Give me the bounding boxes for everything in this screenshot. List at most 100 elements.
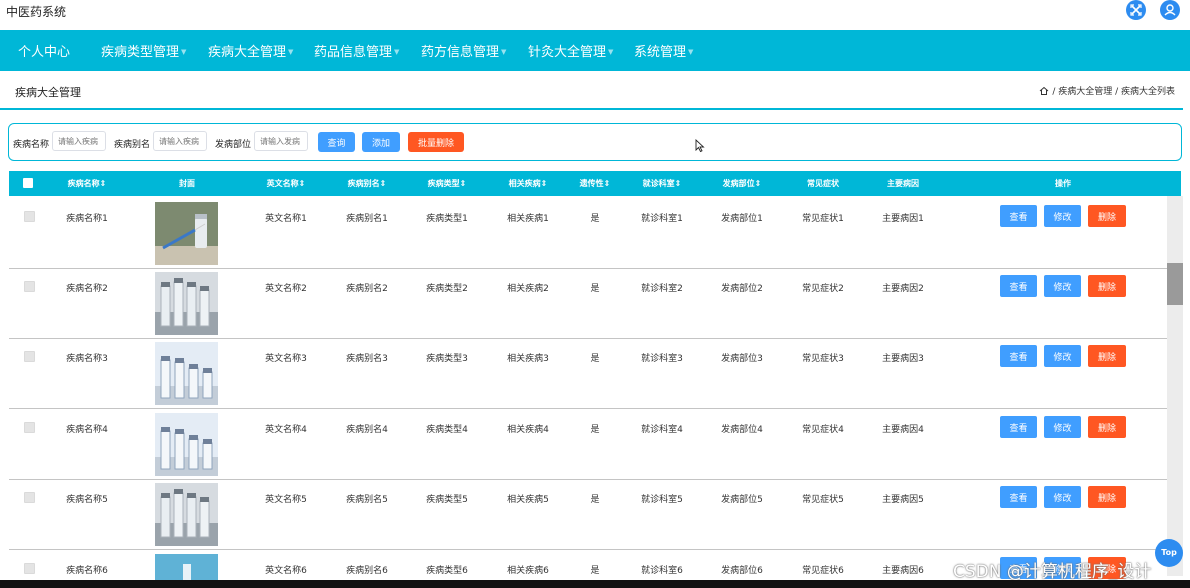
home-icon[interactable] xyxy=(1039,86,1049,96)
back-to-top-button[interactable]: Top xyxy=(1155,539,1183,567)
cell-alias: 疾病别名6 xyxy=(346,566,388,576)
page-title: 疾病大全管理 xyxy=(15,86,81,99)
column-header-symptom: 常见症状 xyxy=(807,179,839,188)
cell-name: 疾病名称3 xyxy=(66,354,108,364)
disease-name-input[interactable] xyxy=(52,131,106,151)
row-checkbox[interactable] xyxy=(24,563,35,574)
edit-button[interactable]: 修改 xyxy=(1044,275,1081,297)
cell-symptom: 常见症状1 xyxy=(802,214,844,224)
nav-item-disease-encyclopedia[interactable]: 疾病大全管理 ▼ xyxy=(208,30,293,71)
cell-type: 疾病类型1 xyxy=(426,214,468,224)
breadcrumb-bar: 疾病大全管理 / 疾病大全管理 / 疾病大全列表 xyxy=(0,71,1190,109)
nav-label: 疾病类型管理 xyxy=(101,45,180,60)
edit-button[interactable]: 修改 xyxy=(1044,345,1081,367)
cell-alias: 疾病别名1 xyxy=(346,214,388,224)
disease-alias-input[interactable] xyxy=(153,131,207,151)
query-button[interactable]: 查询 xyxy=(318,132,355,152)
cell-site: 发病部位5 xyxy=(721,495,763,505)
row-checkbox[interactable] xyxy=(24,351,35,362)
select-all-checkbox[interactable] xyxy=(23,178,33,188)
caret-down-icon: ▼ xyxy=(394,48,400,56)
cell-site: 发病部位3 xyxy=(721,354,763,364)
row-divider xyxy=(9,408,1181,409)
cell-cause: 主要病因3 xyxy=(882,354,924,364)
row-checkbox[interactable] xyxy=(24,211,35,222)
column-header-department[interactable]: 就诊科室⇕ xyxy=(643,171,682,196)
vials-image xyxy=(155,483,218,546)
nav-item-system[interactable]: 系统管理 ▼ xyxy=(634,30,693,71)
view-button[interactable]: 查看 xyxy=(1000,416,1037,438)
delete-button[interactable]: 删除 xyxy=(1088,275,1126,297)
cell-type: 疾病类型6 xyxy=(426,566,468,576)
cell-related: 相关疾病1 xyxy=(507,214,549,224)
cell-type: 疾病类型3 xyxy=(426,354,468,364)
vials-image xyxy=(155,342,218,405)
cell-department: 就诊科室4 xyxy=(641,425,683,435)
row-checkbox[interactable] xyxy=(24,422,35,433)
nav-label: 针灸大全管理 xyxy=(528,45,607,60)
cell-related: 相关疾病5 xyxy=(507,495,549,505)
column-header-name[interactable]: 疾病名称⇕ xyxy=(68,171,107,196)
column-header-alias[interactable]: 疾病别名⇕ xyxy=(348,171,387,196)
delete-button[interactable]: 删除 xyxy=(1088,416,1126,438)
vials-image xyxy=(155,272,218,335)
scrollbar-thumb[interactable] xyxy=(1167,263,1183,305)
column-header-related[interactable]: 相关疾病⇕ xyxy=(509,171,548,196)
nav-item-disease-type[interactable]: 疾病类型管理 ▼ xyxy=(101,30,186,71)
cell-department: 就诊科室6 xyxy=(641,566,683,576)
column-header-type[interactable]: 疾病类型⇕ xyxy=(428,171,467,196)
scrollbar-track[interactable] xyxy=(1167,196,1183,576)
cell-cause: 主要病因6 xyxy=(882,566,924,576)
cell-site: 发病部位4 xyxy=(721,425,763,435)
cell-cause: 主要病因5 xyxy=(882,495,924,505)
cell-hereditary: 是 xyxy=(590,495,600,505)
cell-name: 疾病名称2 xyxy=(66,284,108,294)
disease-alias-label: 疾病别名 xyxy=(114,140,151,150)
cell-symptom: 常见症状4 xyxy=(802,425,844,435)
edit-button[interactable]: 修改 xyxy=(1044,486,1081,508)
vials-image xyxy=(155,413,218,476)
main-nav: 个人中心 疾病类型管理 ▼ 疾病大全管理 ▼ 药品信息管理 ▼ 药方信息管理 ▼ 针灸大… xyxy=(0,30,1190,71)
cell-department: 就诊科室3 xyxy=(641,354,683,364)
top-bar: 中医药系统 xyxy=(0,0,1190,30)
delete-button[interactable]: 删除 xyxy=(1088,345,1126,367)
batch-delete-button[interactable]: 批量删除 xyxy=(408,132,464,152)
row-checkbox[interactable] xyxy=(24,281,35,292)
nav-item-medicine-info[interactable]: 药品信息管理 ▼ xyxy=(314,30,399,71)
user-icon[interactable] xyxy=(1160,0,1180,20)
column-header-hereditary[interactable]: 遗传性⇕ xyxy=(580,171,611,196)
view-button[interactable]: 查看 xyxy=(1000,275,1037,297)
app-title: 中医药系统 xyxy=(6,5,67,19)
search-form: 疾病名称 疾病别名 发病部位 查询 添加 批量删除 xyxy=(8,123,1182,161)
cell-department: 就诊科室5 xyxy=(641,495,683,505)
nav-item-acupuncture[interactable]: 针灸大全管理 ▼ xyxy=(528,30,613,71)
edit-button[interactable]: 修改 xyxy=(1044,205,1081,227)
nav-label: 药方信息管理 xyxy=(421,45,500,60)
cell-type: 疾病类型4 xyxy=(426,425,468,435)
view-button[interactable]: 查看 xyxy=(1000,205,1037,227)
nav-item-prescription-info[interactable]: 药方信息管理 ▼ xyxy=(421,30,506,71)
view-button[interactable]: 查看 xyxy=(1000,486,1037,508)
onset-site-input[interactable] xyxy=(254,131,308,151)
cell-name: 疾病名称6 xyxy=(66,566,108,576)
cell-name: 疾病名称5 xyxy=(66,495,108,505)
table-row: 疾病名称4 英文名称4 疾病别名4 疾病类型4 相关疾病4 是 就诊科室4 发病… xyxy=(9,410,1181,480)
edit-button[interactable]: 修改 xyxy=(1044,416,1081,438)
delete-button[interactable]: 删除 xyxy=(1088,205,1126,227)
cell-symptom: 常见症状6 xyxy=(802,566,844,576)
column-header-site[interactable]: 发病部位⇕ xyxy=(723,171,762,196)
cell-symptom: 常见症状5 xyxy=(802,495,844,505)
column-header-cause: 主要病因 xyxy=(887,179,919,188)
add-button[interactable]: 添加 xyxy=(362,132,400,152)
watermark-text: CSDN @计算机程序_设计 xyxy=(953,562,1152,582)
cell-related: 相关疾病6 xyxy=(507,566,549,576)
column-header-actions: 操作 xyxy=(1055,179,1071,188)
fullscreen-icon[interactable] xyxy=(1126,0,1146,20)
view-button[interactable]: 查看 xyxy=(1000,345,1037,367)
nav-item-personal-center[interactable]: 个人中心 xyxy=(18,30,70,71)
column-header-english[interactable]: 英文名称⇕ xyxy=(267,171,306,196)
delete-button[interactable]: 删除 xyxy=(1088,486,1126,508)
breadcrumb-path[interactable]: / 疾病大全管理 / 疾病大全列表 xyxy=(1052,87,1175,97)
cell-cause: 主要病因1 xyxy=(882,214,924,224)
row-checkbox[interactable] xyxy=(24,492,35,503)
